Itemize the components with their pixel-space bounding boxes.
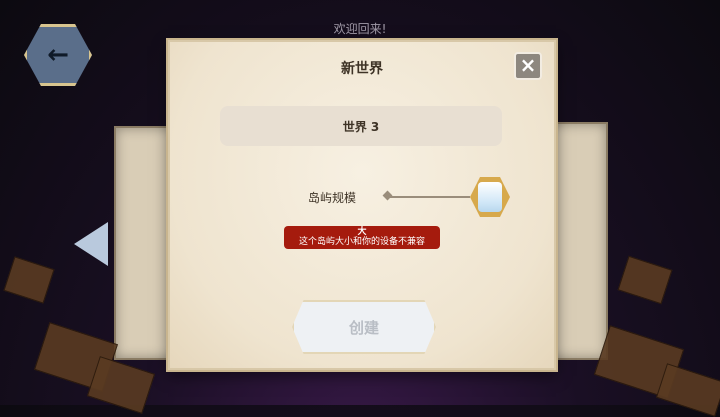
background-book-right [548, 122, 608, 360]
incompatibility-warning: 这个岛屿大小和你的设备不兼容 [298, 237, 425, 247]
welcome-text: 欢迎回来! [333, 22, 387, 36]
island-size-slider-handle[interactable] [470, 177, 510, 217]
new-world-dialog: 新世界 × 世界 3 岛屿规模 大 这个岛屿大小和你的设备不兼容 创建 [168, 40, 556, 370]
create-button-label: 创建 [348, 318, 379, 337]
slider-min-marker [382, 190, 393, 201]
island-size-label: 岛屿规模 [308, 191, 357, 205]
triangle-left-icon[interactable] [74, 222, 108, 266]
close-icon: × [519, 53, 537, 77]
world-name-field[interactable]: 世界 3 [220, 106, 502, 146]
size-warning-badge: 大 这个岛屿大小和你的设备不兼容 [284, 226, 440, 249]
arrow-left-icon: ← [47, 40, 69, 70]
create-button[interactable]: 创建 [292, 300, 436, 354]
background-rock [617, 255, 673, 305]
island-size-slider-track[interactable] [388, 196, 470, 198]
background-rock [3, 256, 55, 304]
dialog-title: 新世界 [341, 61, 383, 77]
background-rock [86, 356, 156, 414]
close-button[interactable]: × [514, 52, 542, 80]
background-rock [655, 363, 720, 417]
island-size-value: 大 [357, 227, 367, 237]
slider-handle-face [478, 182, 502, 212]
world-name-value: 世界 3 [342, 119, 380, 134]
